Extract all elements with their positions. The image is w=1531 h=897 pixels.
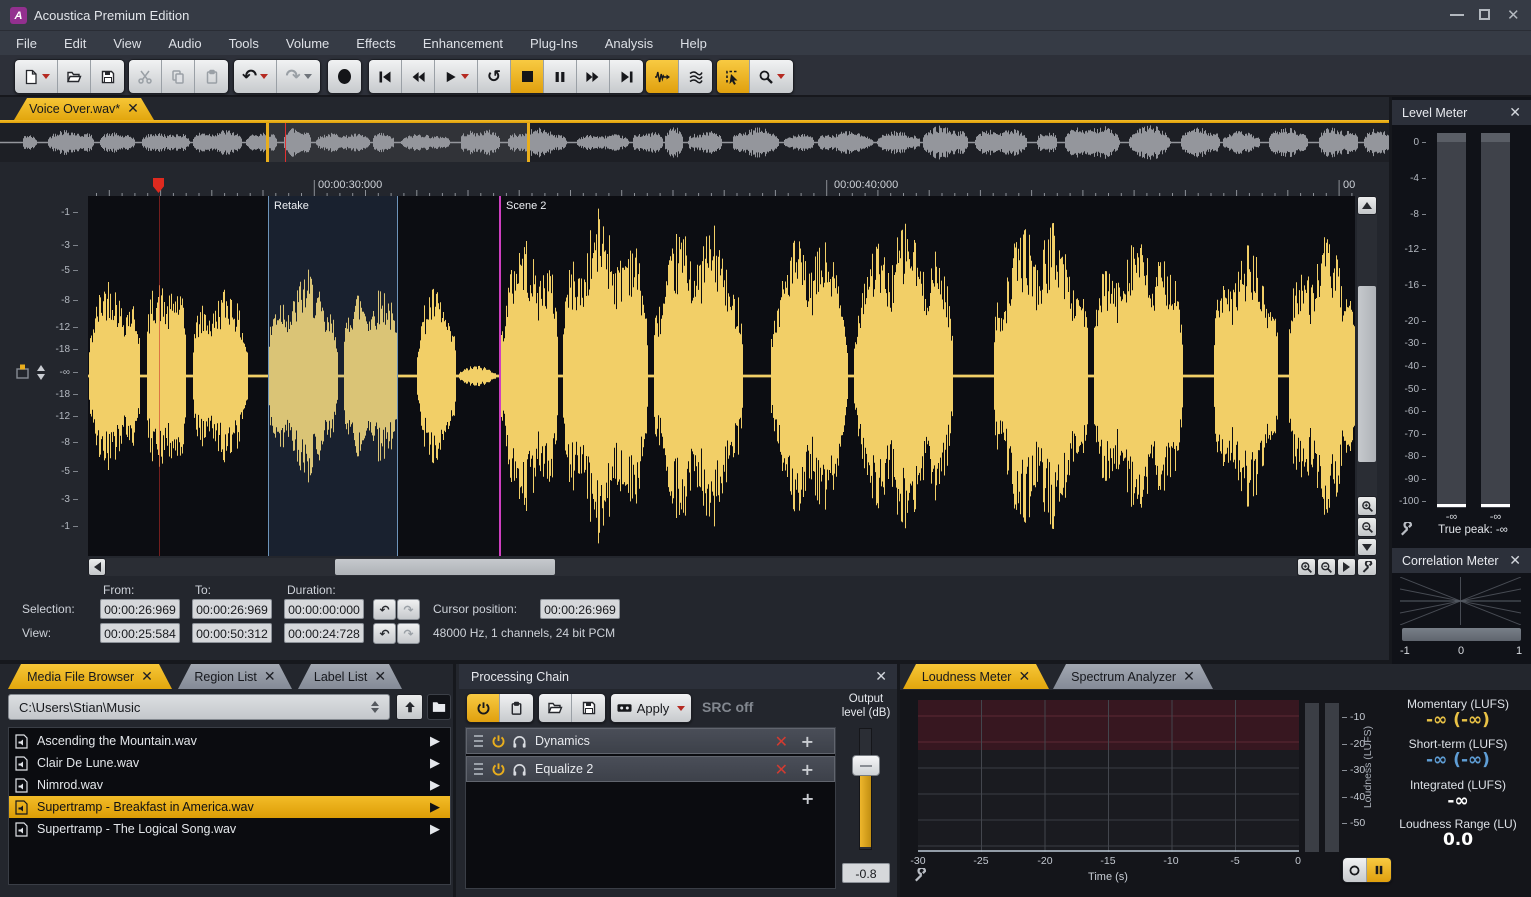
level-scale-label: -20 [1396, 316, 1426, 327]
level-meter-bar-right [1481, 133, 1510, 508]
level-scale-label: -40 [1396, 361, 1426, 372]
level-scale-label: -60 [1396, 406, 1426, 417]
acoustica-window: A Acoustica Premium Edition ✕ File Edit … [0, 0, 1531, 897]
correlation-bar [1402, 628, 1521, 641]
correlation-meter-header: Correlation Meter ✕ [1392, 548, 1531, 573]
level-meter-header: Level Meter ✕ [1392, 100, 1531, 125]
right-meter-column: Level Meter ✕ 0 -4 -8 -12 -16 -20 -30 -4… [0, 0, 1531, 897]
correlation-tick: -1 [1400, 645, 1410, 657]
level-scale-label: -12 [1396, 244, 1426, 255]
wrench-icon [1399, 522, 1414, 537]
peak-value-left: -∞ [1437, 511, 1466, 523]
correlation-tick: 1 [1516, 645, 1522, 657]
level-scale-label: -70 [1396, 429, 1426, 440]
meter-floor-line [1437, 504, 1466, 507]
panel-close-icon[interactable]: ✕ [1509, 105, 1521, 121]
level-scale-label: -80 [1396, 451, 1426, 462]
level-meter-settings-button[interactable] [1399, 522, 1414, 537]
level-scale-label: -90 [1396, 474, 1426, 485]
peak-value-right: -∞ [1481, 511, 1510, 523]
panel-title: Level Meter [1402, 106, 1467, 120]
meter-floor-line [1481, 504, 1510, 507]
level-scale-label: -4 [1396, 173, 1426, 184]
panel-close-icon[interactable]: ✕ [1509, 553, 1521, 569]
correlation-display [1400, 577, 1521, 625]
panel-title: Correlation Meter [1402, 554, 1499, 568]
true-peak-readout: True peak: -∞ [1420, 524, 1526, 536]
level-scale-label: -100 [1396, 496, 1426, 507]
level-scale-label: -8 [1396, 209, 1426, 220]
level-meter-bar-left [1437, 133, 1466, 508]
level-scale-label: -30 [1396, 338, 1426, 349]
correlation-tick: 0 [1458, 645, 1464, 657]
level-scale-label: 0 [1396, 137, 1426, 148]
level-scale-label: -16 [1396, 280, 1426, 291]
level-scale-label: -50 [1396, 384, 1426, 395]
